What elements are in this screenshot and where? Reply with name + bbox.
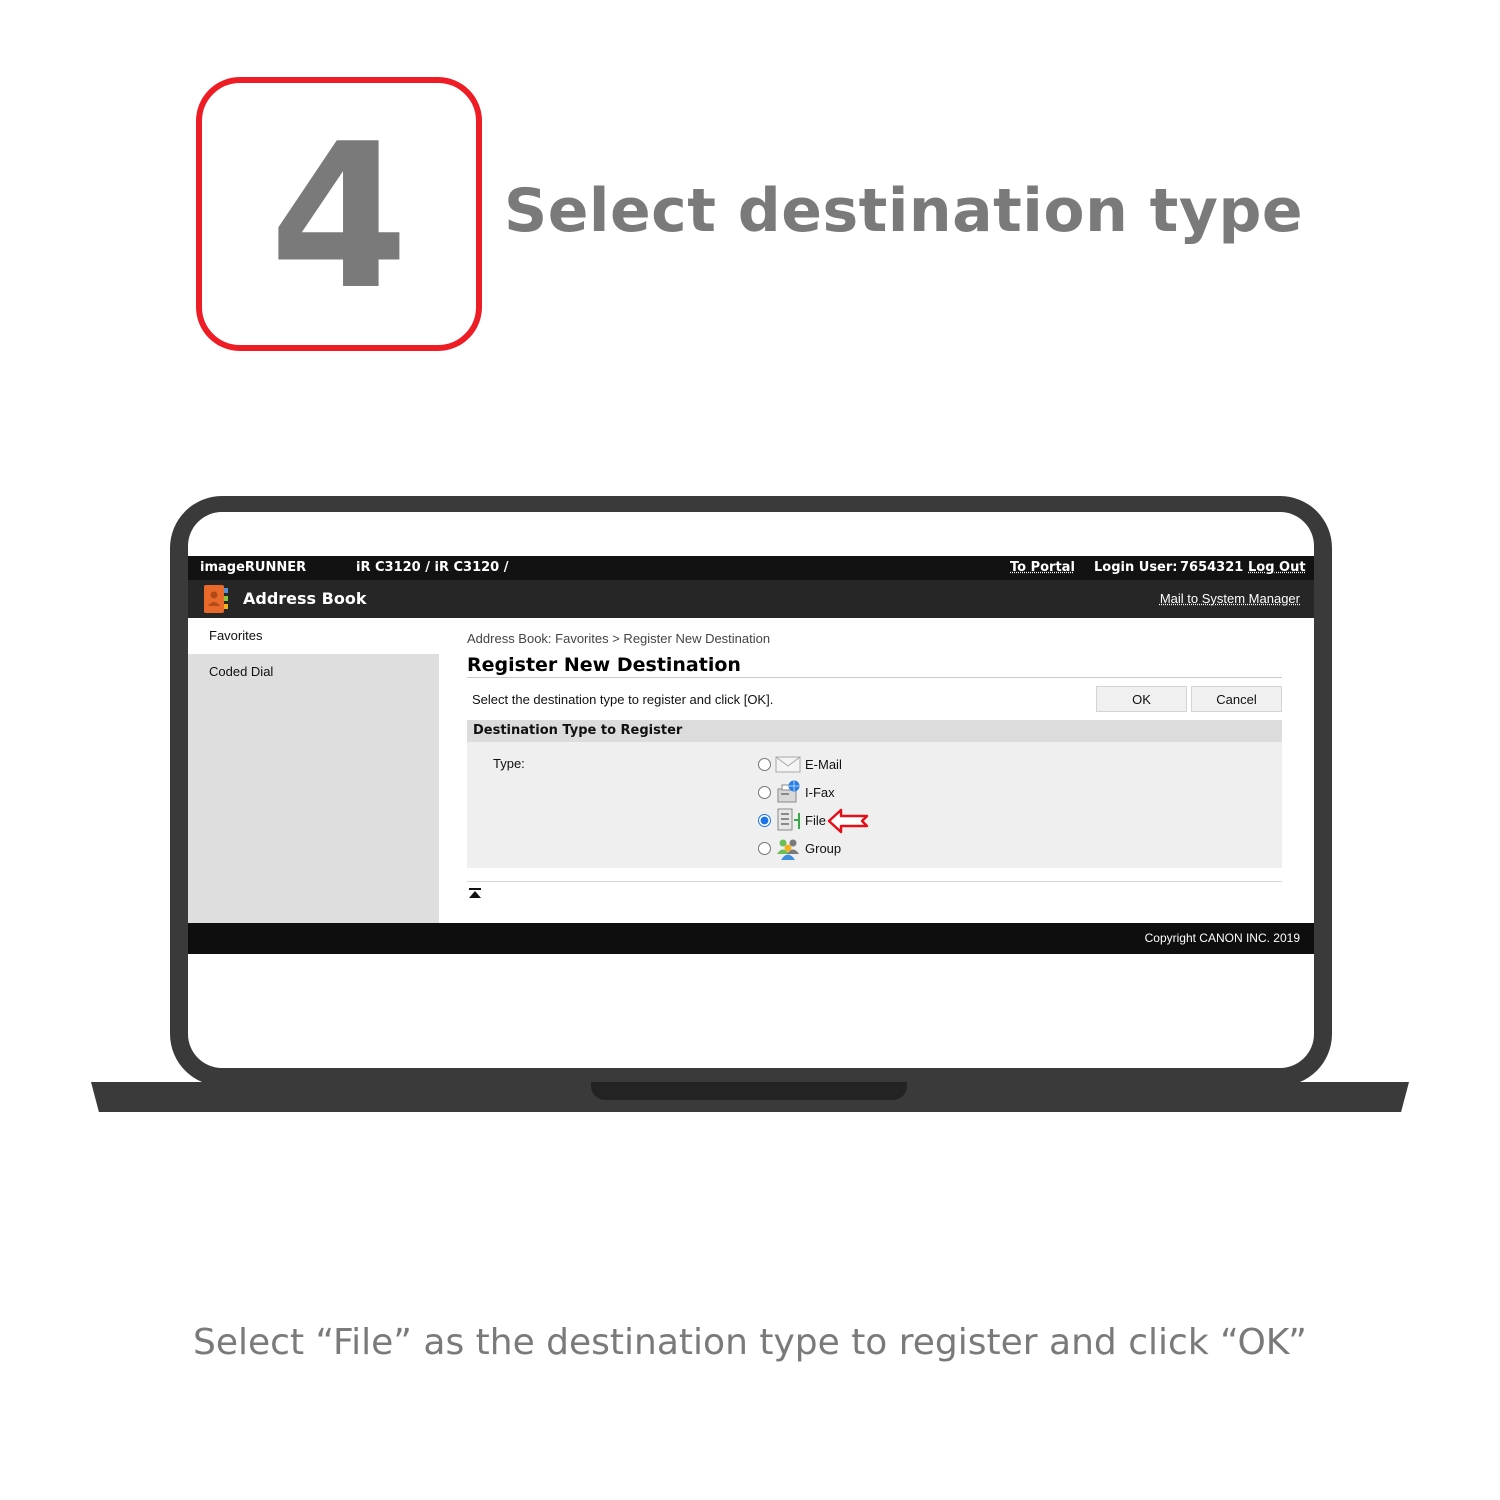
mail-system-manager-link[interactable]: Mail to System Manager xyxy=(1160,591,1300,606)
login-user-id: 7654321 xyxy=(1180,560,1244,575)
ok-button[interactable]: OK xyxy=(1096,686,1187,712)
sidebar-item-coded-dial[interactable]: Coded Dial xyxy=(188,654,439,690)
step-caption: Select “File” as the destination type to… xyxy=(193,1322,1307,1363)
step-number: 4 xyxy=(269,101,409,334)
type-option-group[interactable]: Group xyxy=(758,836,841,860)
copyright-text: Copyright CANON INC. 2019 xyxy=(1144,931,1300,945)
section-header: Destination Type to Register xyxy=(467,720,1282,742)
cancel-button[interactable]: Cancel xyxy=(1191,686,1282,712)
app-title: Address Book xyxy=(243,589,367,608)
email-radio[interactable] xyxy=(758,757,771,771)
main-content: Address Book: Favorites > Register New D… xyxy=(439,618,1314,923)
sidebar: Favorites Coded Dial xyxy=(188,618,439,923)
file-server-icon xyxy=(775,808,801,832)
title-divider xyxy=(467,677,1282,678)
footer: Copyright CANON INC. 2019 xyxy=(188,923,1314,954)
step-number-box: 4 xyxy=(196,77,482,351)
back-to-top-icon[interactable] xyxy=(469,886,481,904)
login-user-label: Login User: xyxy=(1094,560,1178,575)
log-out-link[interactable]: Log Out xyxy=(1248,560,1306,575)
ifax-radio[interactable] xyxy=(758,785,771,799)
type-option-email[interactable]: E-Mail xyxy=(758,752,842,776)
type-option-file[interactable]: File xyxy=(758,808,826,832)
destination-type-section: Destination Type to Register Type: E-Mai… xyxy=(467,720,1282,868)
envelope-icon xyxy=(775,752,801,776)
type-label: Type: xyxy=(493,756,525,771)
red-arrow-pointer-icon xyxy=(827,808,869,839)
breadcrumb: Address Book: Favorites > Register New D… xyxy=(467,631,771,646)
address-book-icon xyxy=(202,584,230,619)
sidebar-item-favorites[interactable]: Favorites xyxy=(188,618,439,654)
type-option-ifax[interactable]: I-Fax xyxy=(758,780,835,804)
instruction-text: Select the destination type to register … xyxy=(472,692,774,707)
email-label: E-Mail xyxy=(805,756,842,772)
laptop-screen: imageRUNNER iR C3120 / iR C3120 / To Por… xyxy=(188,512,1314,1068)
group-icon xyxy=(775,836,801,860)
remote-ui-app: imageRUNNER iR C3120 / iR C3120 / To Por… xyxy=(188,556,1314,954)
step-title: Select destination type xyxy=(504,176,1304,246)
title-bar: Address Book Mail to System Manager xyxy=(188,580,1314,618)
file-radio[interactable] xyxy=(758,813,771,827)
laptop-notch xyxy=(591,1082,907,1100)
group-radio[interactable] xyxy=(758,841,771,855)
top-bar: imageRUNNER iR C3120 / iR C3120 / To Por… xyxy=(188,556,1314,580)
file-label: File xyxy=(805,812,826,828)
device-model: iR C3120 / iR C3120 / xyxy=(356,560,509,575)
to-portal-link[interactable]: To Portal xyxy=(1010,560,1075,575)
bottom-divider xyxy=(467,881,1282,882)
page-title: Register New Destination xyxy=(467,654,741,676)
ifax-icon xyxy=(775,780,801,804)
ifax-label: I-Fax xyxy=(805,784,835,800)
laptop-lid: imageRUNNER iR C3120 / iR C3120 / To Por… xyxy=(170,496,1332,1086)
group-label: Group xyxy=(805,840,842,856)
product-name: imageRUNNER xyxy=(200,560,307,575)
